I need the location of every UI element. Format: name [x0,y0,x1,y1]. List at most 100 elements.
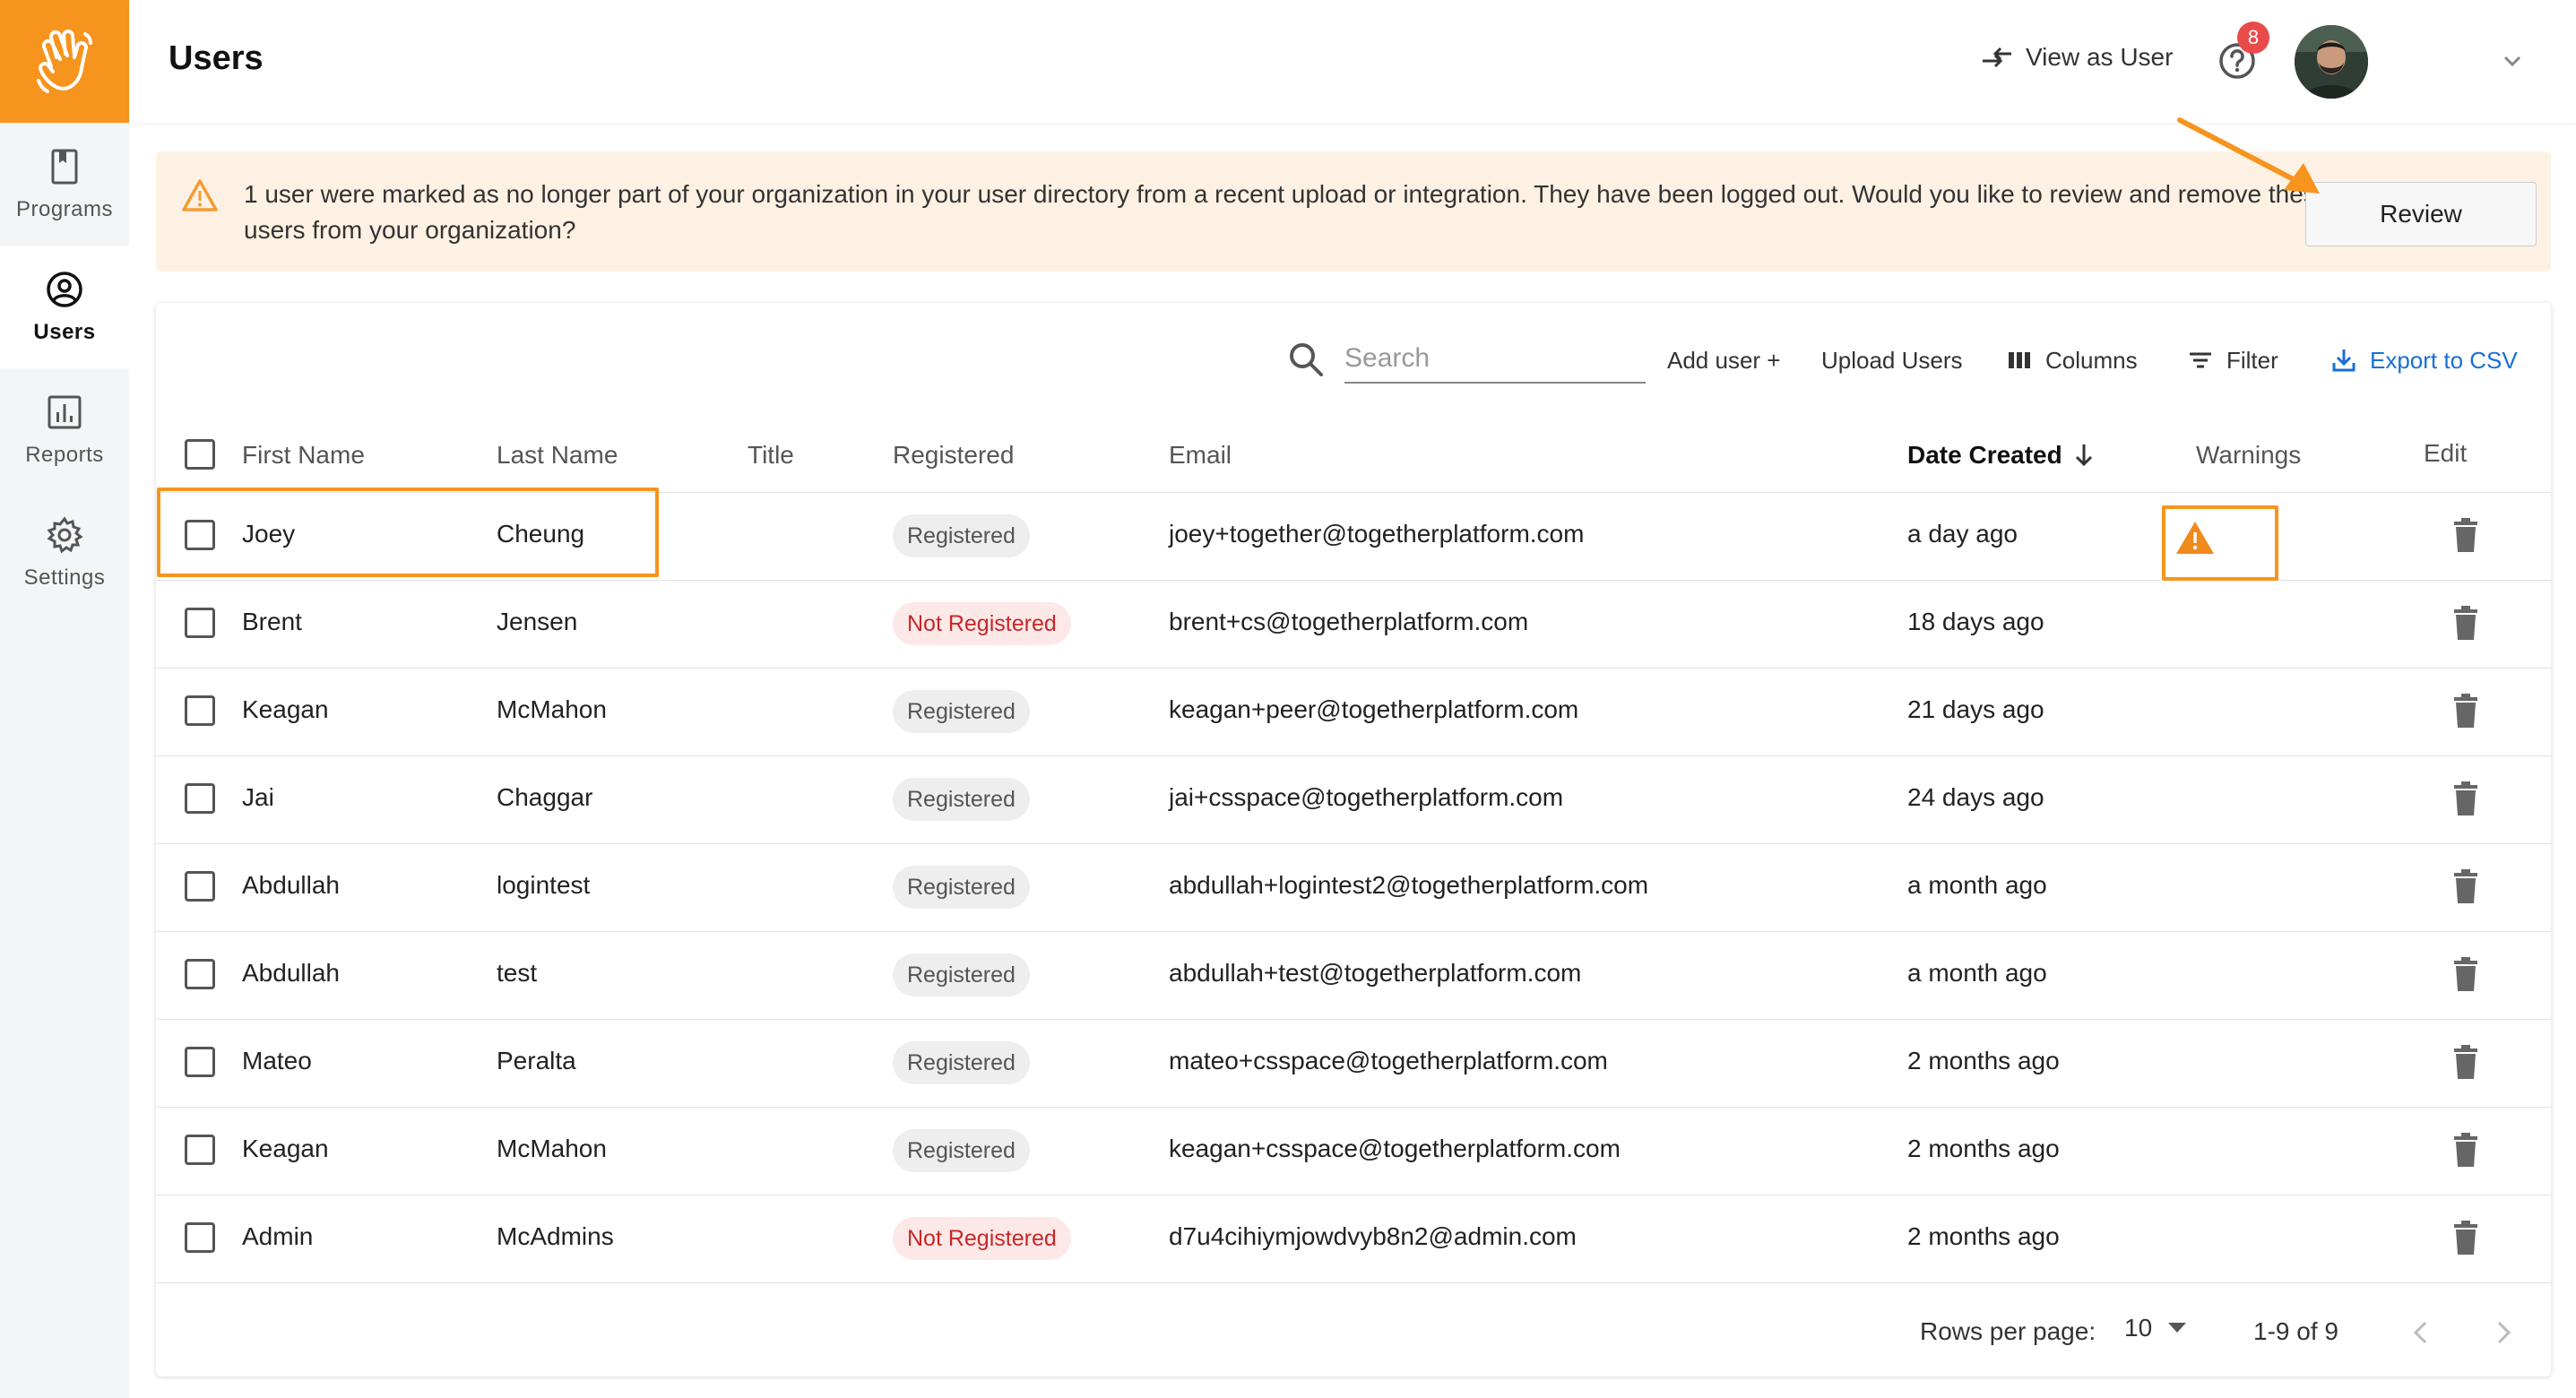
table-row[interactable]: Keagan McMahon Registered keagan+csspace@to… [156,1108,2551,1195]
export-csv-button[interactable]: Export to CSV [2330,342,2518,378]
sidebar-item-label: Reports [25,442,104,467]
delete-icon[interactable] [2452,1045,2479,1081]
sidebar-item-users[interactable]: Users [0,246,129,368]
row-checkbox[interactable] [185,1222,215,1253]
chevron-down-icon[interactable] [2503,52,2522,70]
delete-icon[interactable] [2452,1221,2479,1256]
column-header-edit: Edit [2424,439,2468,467]
first-name-cell: Brent [242,608,302,635]
rows-per-page-select[interactable]: 10 [2124,1314,2187,1342]
sort-down-icon [2075,444,2092,467]
alert-message: 1 user were marked as no longer part of … [244,180,2330,244]
date-created-label: Date Created [1907,441,2062,469]
table-row[interactable]: Abdullah test Registered abdullah+test@toge… [156,932,2551,1020]
date-created-cell: a month ago [1907,959,2047,987]
table-row[interactable]: Joey Cheung Registered joey+together@togeth… [156,493,2551,581]
row-checkbox[interactable] [185,520,215,550]
table-row[interactable]: Jai Chaggar Registered jai+csspace@together… [156,756,2551,844]
add-user-label: Add user + [1667,346,1781,374]
row-checkbox[interactable] [185,1047,215,1077]
row-checkbox[interactable] [185,1135,215,1165]
status-badge: Registered [893,1041,1030,1084]
delete-icon[interactable] [2452,957,2479,993]
sidebar-item-settings[interactable]: Settings [0,491,129,614]
delete-icon[interactable] [2452,781,2479,817]
email-cell: brent+cs@togetherplatform.com [1169,608,1529,635]
sidebar-item-programs[interactable]: Programs [0,123,129,246]
email-cell: keagan+csspace@togetherplatform.com [1169,1135,1621,1162]
table-row[interactable]: Admin McAdmins Not Registered d7u4cihiymjow… [156,1195,2551,1283]
top-header: Users [129,0,2576,123]
logo[interactable] [0,0,129,123]
delete-icon[interactable] [2452,1133,2479,1169]
table-pagination: Rows per page: 10 1-9 of 9 [156,1289,2551,1376]
prev-page-icon[interactable] [2407,1317,2434,1348]
select-all-checkbox[interactable] [185,439,215,470]
sidebar-item-reports[interactable]: Reports [0,368,129,491]
first-name-cell: Abdullah [242,959,340,987]
last-name-cell: logintest [497,871,591,899]
delete-icon[interactable] [2452,869,2479,905]
column-header-date-created[interactable]: Date Created [1907,441,2095,470]
columns-button[interactable]: Columns [2006,342,2138,378]
column-header-first-name[interactable]: First Name [242,441,365,470]
row-checkbox[interactable] [185,608,215,638]
date-created-cell: 2 months ago [1907,1135,2060,1162]
row-checkbox[interactable] [185,871,215,902]
table-row[interactable]: Mateo Peralta Registered mateo+csspace@toge… [156,1020,2551,1108]
status-badge: Not Registered [893,1217,1071,1260]
warning-icon[interactable] [2174,520,2216,556]
table-row[interactable]: Abdullah logintest Registered abdullah+logi… [156,844,2551,932]
delete-icon[interactable] [2452,606,2479,642]
column-header-email[interactable]: Email [1169,441,1232,470]
avatar[interactable] [2295,25,2368,99]
rows-per-page-value: 10 [2124,1314,2153,1342]
review-button[interactable]: Review [2305,182,2537,246]
email-cell: keagan+peer@togetherplatform.com [1169,695,1579,723]
table-row[interactable]: Brent Jensen Not Registered brent+cs@togeth… [156,581,2551,669]
rows-per-page-label: Rows per page: [1920,1317,2096,1345]
search-input[interactable] [1344,335,1646,384]
upload-users-button[interactable]: Upload Users [1821,342,1963,378]
status-badge: Registered [893,1129,1030,1172]
last-name-cell: McMahon [497,695,607,723]
email-cell: abdullah+logintest2@togetherplatform.com [1169,871,1649,899]
row-checkbox[interactable] [185,783,215,814]
last-name-cell: Peralta [497,1047,576,1074]
column-header-warnings: Warnings [2196,441,2302,469]
view-as-user-button[interactable]: View as User [1981,43,2173,72]
row-checkbox[interactable] [185,959,215,989]
swap-arrows-icon [1983,47,2011,68]
column-header-last-name[interactable]: Last Name [497,441,618,470]
last-name-cell: test [497,959,538,987]
column-header-registered[interactable]: Registered [893,441,1014,470]
table-row[interactable]: Keagan McMahon Registered keagan+peer@toget… [156,669,2551,756]
filter-button[interactable]: Filter [2187,342,2278,378]
first-name-cell: Keagan [242,695,329,723]
next-page-icon[interactable] [2490,1317,2517,1348]
add-user-button[interactable]: Add user + [1667,342,1780,378]
date-created-cell: 2 months ago [1907,1047,2060,1074]
column-header-title[interactable]: Title [748,441,794,470]
filter-label: Filter [2226,346,2278,374]
row-checkbox[interactable] [185,695,215,726]
table-toolbar: Add user + Upload Users Columns Filter [156,303,2551,419]
table-header: First Name Last Name Title Registered Em… [156,419,2551,493]
caret-down-icon [2168,1323,2187,1333]
last-name-cell: Jensen [497,608,578,635]
upload-users-label: Upload Users [1821,346,1963,374]
sidebar-item-label: Users [33,319,96,344]
sidebar: Programs Users Reports Settings [0,0,129,1398]
email-cell: joey+together@togetherplatform.com [1169,520,1585,548]
date-created-cell: 24 days ago [1907,783,2044,811]
delete-icon[interactable] [2452,694,2479,729]
first-name-cell: Admin [242,1222,314,1250]
page-range: 1-9 of 9 [2253,1317,2338,1345]
first-name-cell: Abdullah [242,871,340,899]
delete-icon[interactable] [2452,518,2479,554]
notification-badge: 8 [2237,22,2269,54]
last-name-cell: McMahon [497,1135,607,1162]
user-photo [2295,25,2368,99]
status-badge: Registered [893,866,1030,909]
columns-label: Columns [2045,346,2138,374]
